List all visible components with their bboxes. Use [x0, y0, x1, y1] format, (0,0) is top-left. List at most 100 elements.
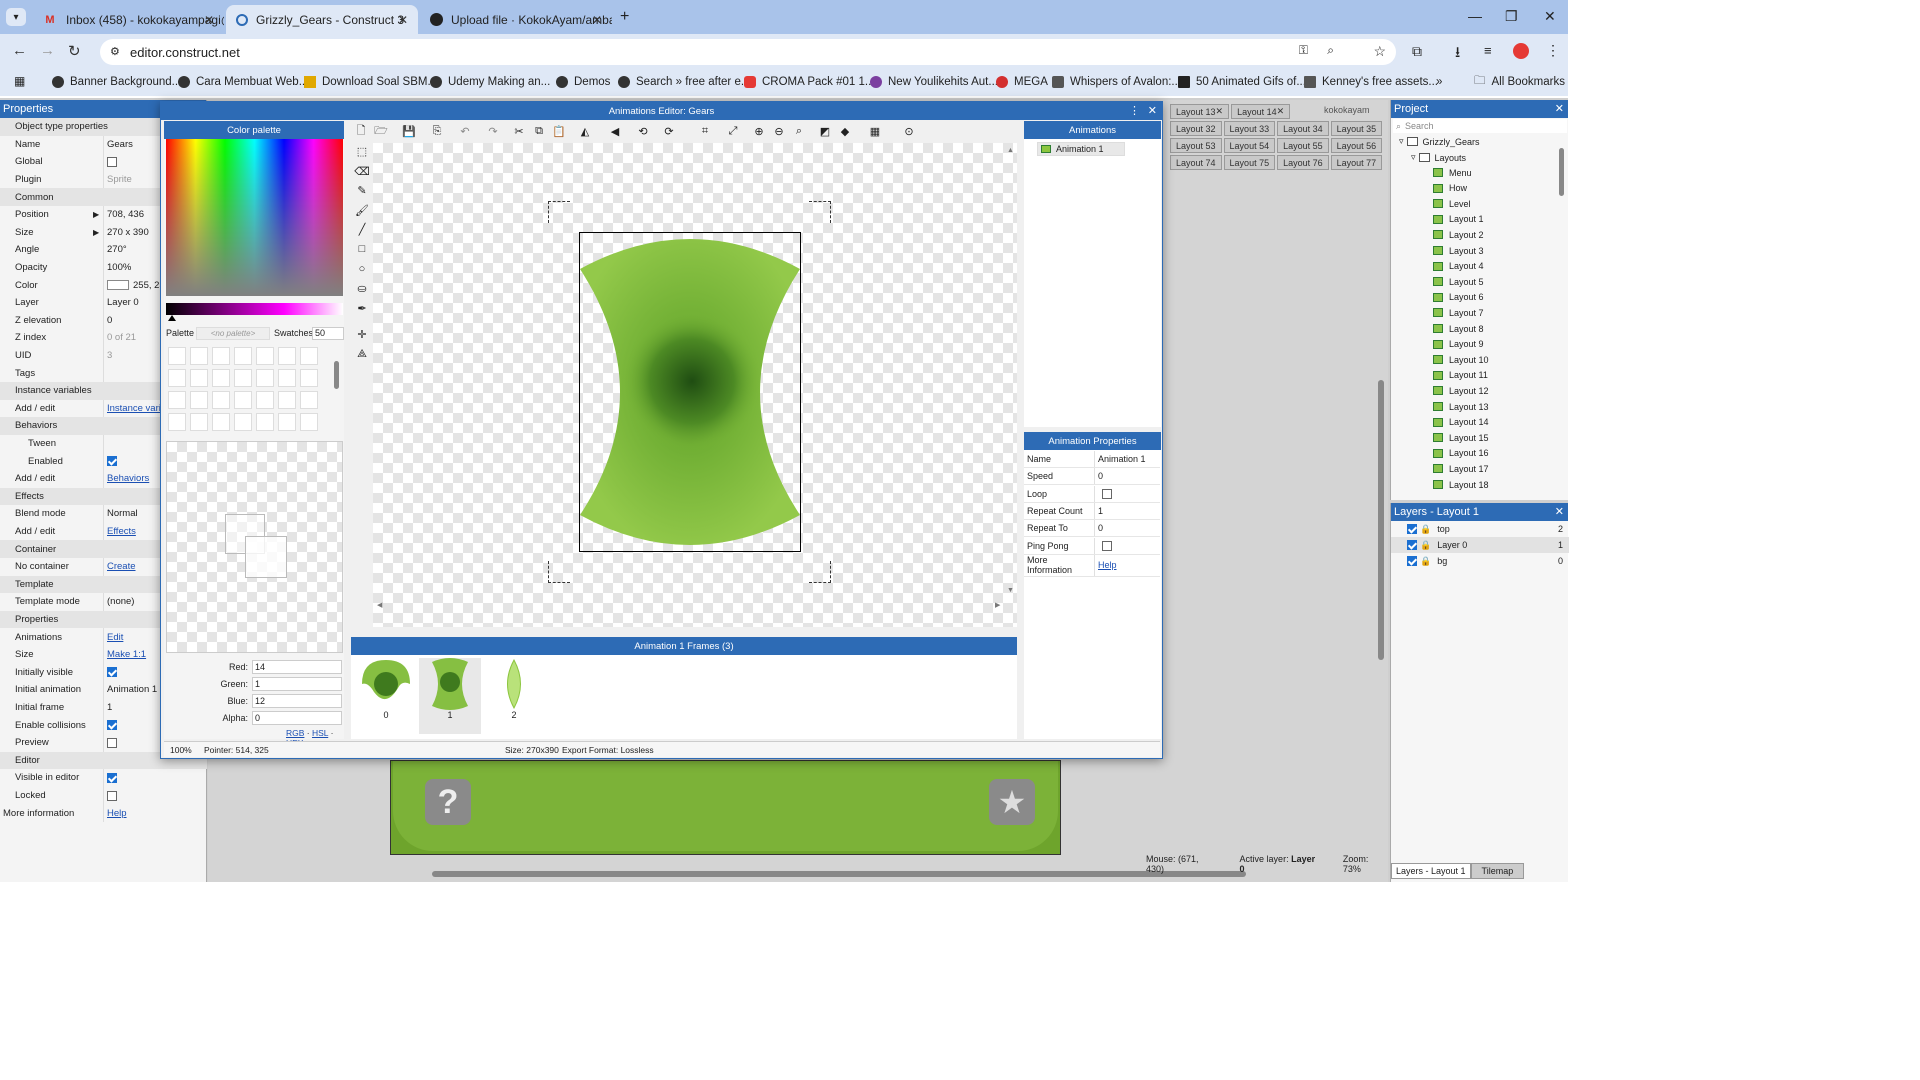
property-link[interactable]: Edit [107, 632, 123, 643]
empty-swatch[interactable] [234, 369, 252, 387]
hsl-link[interactable]: HSL [312, 728, 328, 738]
property-checkbox[interactable] [107, 720, 117, 731]
empty-swatch[interactable] [300, 391, 318, 409]
sprite-frame-image[interactable] [579, 232, 801, 552]
brightness-slider[interactable] [166, 303, 343, 315]
empty-swatch[interactable] [190, 369, 208, 387]
empty-swatch[interactable] [190, 391, 208, 409]
expand-arrow-icon[interactable]: ▶ [93, 228, 99, 237]
project-layout-item[interactable]: Layout 15 [1433, 430, 1489, 445]
layout-tab[interactable]: Layout 77 [1330, 155, 1383, 170]
address-bar[interactable]: ⚙ editor.construct.net ☆ ⌕ ⚿ [100, 39, 1396, 65]
layout-tab[interactable]: Layout 33 [1223, 121, 1276, 136]
layout-tab[interactable]: Layout 54 [1223, 138, 1276, 153]
bookmark-item[interactable]: Demos [556, 74, 610, 90]
site-info-icon[interactable]: ⚙ [110, 45, 120, 58]
zoom-out-icon[interactable]: ⊖ [771, 123, 787, 139]
extensions-icon[interactable]: ⧉ [1412, 43, 1422, 60]
layer-visible-checkbox[interactable] [1407, 556, 1417, 566]
layout-tab[interactable]: Layout 56 [1330, 138, 1383, 153]
close-tab-icon[interactable]: ✕ [204, 13, 214, 27]
layout-tab[interactable]: Layout 32 [1170, 121, 1222, 136]
zoom-reset-icon[interactable]: ⌕ [791, 123, 807, 139]
empty-swatch[interactable] [256, 369, 274, 387]
help-question-button[interactable]: ? [425, 779, 471, 825]
layout-tab[interactable]: Layout 13 ✕ [1170, 104, 1230, 119]
crop-icon[interactable]: ⌗ [697, 123, 713, 139]
animation-property-checkbox[interactable] [1102, 488, 1112, 499]
tab-search-button[interactable]: ▾ [6, 8, 26, 26]
project-layout-item[interactable]: Layout 8 [1433, 321, 1484, 336]
mirror-icon[interactable]: ◭ [577, 123, 593, 139]
redo-icon[interactable]: ↷ [485, 123, 501, 139]
layout-tab[interactable]: Layout 74 [1170, 155, 1222, 170]
empty-swatch[interactable] [212, 391, 230, 409]
horizontal-scrollbar[interactable] [432, 871, 1246, 877]
swatches-input[interactable]: 50 [312, 327, 344, 340]
layout-tab[interactable]: Layout 53 [1170, 138, 1222, 153]
canvas-vscroll-down[interactable]: ▼ [1007, 587, 1014, 594]
browser-tab-github[interactable]: Upload file · KokokAyam/amba ✕ [420, 5, 612, 34]
image-canvas[interactable]: ▲ ▼ ◀ ▶ [373, 143, 1017, 627]
project-layout-item[interactable]: Layout 16 [1433, 446, 1489, 461]
empty-swatch[interactable] [278, 369, 296, 387]
rotate-icon[interactable]: ⟲ [635, 123, 651, 139]
new-tab-icon[interactable]: + [620, 8, 629, 26]
download-icon[interactable]: ⭳ [1455, 42, 1460, 67]
rect-select-icon[interactable]: ⬚ [354, 143, 370, 159]
layout-tab[interactable]: Layout 55 [1277, 138, 1329, 153]
origin-point-icon[interactable]: ✛ [354, 326, 370, 342]
property-link[interactable]: Help [107, 808, 127, 819]
project-layout-item[interactable]: Layout 3 [1433, 243, 1484, 258]
help-link[interactable]: Help [1098, 560, 1117, 570]
layout-tab[interactable]: Layout 35 [1330, 121, 1383, 136]
empty-swatch[interactable] [256, 391, 274, 409]
all-bookmarks[interactable]: 🗀 All Bookmarks [1474, 74, 1565, 90]
layers-icon[interactable]: ◆ [837, 123, 853, 139]
project-layout-item[interactable]: Layout 7 [1433, 305, 1484, 320]
empty-swatch[interactable] [212, 347, 230, 365]
alpha-input[interactable]: 0 [252, 711, 342, 725]
empty-swatch[interactable] [234, 413, 252, 431]
canvas-vscroll-up[interactable]: ▲ [1007, 147, 1014, 154]
rectangle-icon[interactable]: □ [354, 241, 370, 257]
empty-swatch[interactable] [168, 347, 186, 365]
property-checkbox[interactable] [107, 790, 117, 801]
layer-row[interactable]: 🔒 Layer 01 [1391, 537, 1569, 553]
eraser-icon[interactable]: ⌫ [354, 163, 370, 179]
layout-tab[interactable]: Layout 76 [1277, 155, 1329, 170]
new-image-icon[interactable]: 🗋 [353, 123, 369, 139]
cut-icon[interactable]: ✂ [511, 123, 527, 139]
project-scrollbar[interactable] [1559, 148, 1564, 196]
save-icon[interactable]: 💾 [401, 123, 417, 139]
flip-icon[interactable]: ◀ [607, 123, 623, 139]
restore-icon[interactable]: ❐ [1505, 8, 1518, 25]
zoom-in-icon[interactable]: ⊕ [751, 123, 767, 139]
bookmark-item[interactable]: Kenney's free assets... [1304, 74, 1438, 90]
bookmark-star-icon[interactable]: ☆ [1373, 43, 1386, 60]
bookmark-item[interactable]: CROMA Pack #01 1... [744, 74, 875, 90]
lock-icon[interactable]: 🔒 [1420, 540, 1431, 551]
layer-row[interactable]: 🔒 bg 0 [1391, 553, 1569, 569]
property-value[interactable] [103, 769, 207, 787]
rgb-link[interactable]: RGB [286, 728, 304, 738]
project-layout-item[interactable]: Layout 11 [1433, 368, 1488, 383]
empty-swatch[interactable] [168, 391, 186, 409]
close-tab-icon[interactable]: ✕ [398, 13, 408, 27]
close-tab-icon[interactable]: ✕ [592, 13, 602, 27]
property-checkbox[interactable] [107, 156, 117, 167]
empty-swatch[interactable] [234, 391, 252, 409]
frame-thumb-0[interactable]: 0 [355, 658, 417, 734]
layer-visible-checkbox[interactable] [1407, 540, 1417, 550]
layout-tab[interactable]: Layout 34 [1277, 121, 1329, 136]
tree-folder-layouts[interactable]: ▿ Layouts [1411, 150, 1466, 165]
animation-property-value[interactable]: 0 [1098, 471, 1103, 481]
frame-thumb-2[interactable]: 2 [483, 658, 545, 734]
bookmark-item[interactable]: Search » free after e... [618, 74, 750, 90]
animation-item[interactable]: Animation 1 [1037, 142, 1125, 156]
empty-swatch[interactable] [190, 413, 208, 431]
bookmark-item[interactable]: Whispers of Avalon:... [1052, 74, 1181, 90]
tree-root[interactable]: ▿ Grizzly_Gears [1399, 134, 1480, 149]
empty-swatch[interactable] [190, 347, 208, 365]
animation-property-value[interactable]: 1 [1098, 506, 1103, 516]
